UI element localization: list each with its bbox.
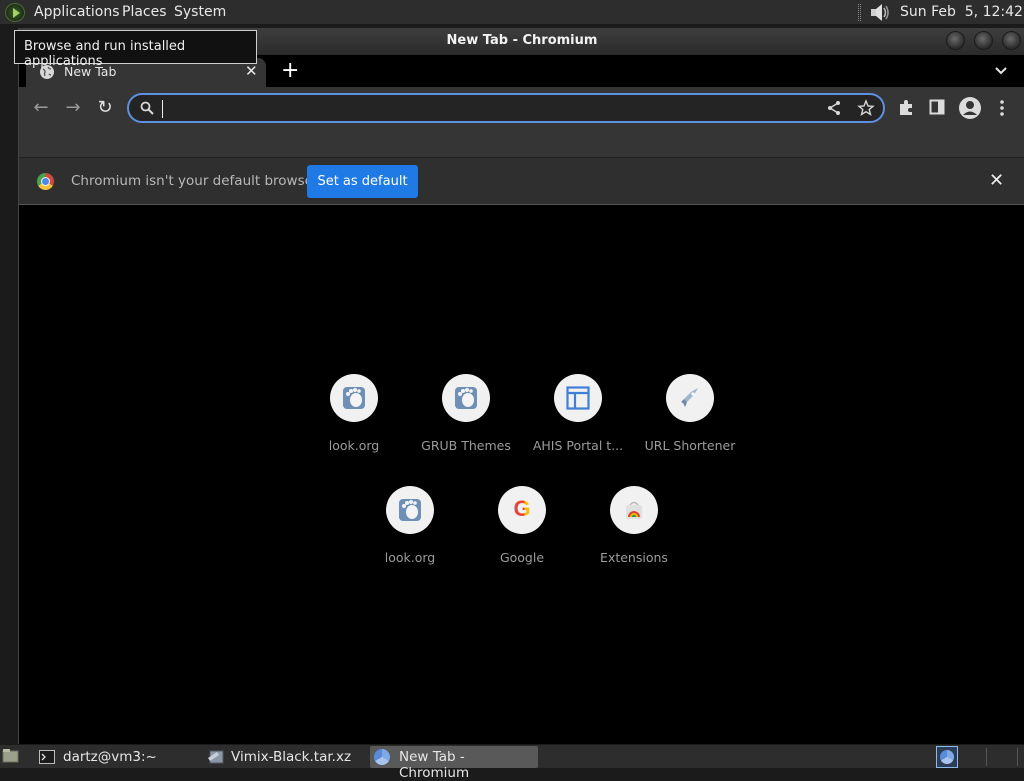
- chevron-down-icon[interactable]: [994, 64, 1008, 78]
- extensions-puzzle-icon[interactable]: [896, 98, 916, 118]
- shortcut-label: Google: [499, 550, 545, 565]
- infobar-close-icon[interactable]: ✕: [989, 170, 1004, 191]
- applications-menu[interactable]: Applications: [34, 4, 120, 20]
- new-tab-button[interactable]: +: [281, 60, 299, 82]
- chromium-window: New Tab - Chromium New Tab ✕ + ← → ↻ Chr…: [18, 28, 1024, 744]
- top-panel: Applications Places System Sun Feb 5, 12…: [0, 0, 1024, 25]
- maximize-button[interactable]: [974, 31, 993, 50]
- shortcut-label: AHIS Portal t...: [532, 438, 624, 453]
- panel-separator: [1017, 748, 1018, 766]
- shortcut-tile[interactable]: G Google: [466, 486, 578, 586]
- speaker-icon[interactable]: [869, 3, 891, 22]
- panel-separator: [986, 748, 987, 766]
- shortcut-icon-circle: G: [498, 486, 546, 534]
- taskbar-label: New Tab - Chromium: [399, 749, 470, 781]
- shortcut-label: Extensions: [600, 550, 668, 565]
- taskbar-terminal[interactable]: dartz@vm3:~: [36, 746, 196, 768]
- archive-icon: [208, 750, 224, 764]
- rocket-icon: [681, 388, 698, 407]
- gnome-foot-icon: [455, 387, 477, 409]
- shortcut-label: look.org: [328, 438, 380, 453]
- side-panel-icon[interactable]: [929, 99, 945, 115]
- shortcut-icon-circle: [386, 486, 434, 534]
- infobar-message: Chromium isn't your default browser: [71, 173, 319, 189]
- applications-tooltip: Browse and run installed applications: [14, 30, 257, 69]
- shortcut-tile[interactable]: look.org: [354, 486, 466, 586]
- new-tab-page: look.org GRUB Themes AHIS Portal t... UR…: [19, 205, 1024, 744]
- workspace-switcher[interactable]: [936, 746, 958, 768]
- address-bar[interactable]: [127, 93, 885, 123]
- reload-button[interactable]: ↻: [94, 97, 116, 119]
- bookmark-star-icon[interactable]: [857, 99, 875, 117]
- gnome-foot-icon: [399, 499, 421, 521]
- back-button[interactable]: ←: [30, 97, 52, 119]
- taskbar-chromium[interactable]: New Tab - Chromium: [370, 746, 538, 781]
- taskbar-label: Vimix-Black.tar.xz: [231, 749, 352, 765]
- shortcut-tile[interactable]: look.org: [298, 374, 410, 474]
- shortcut-label: URL Shortener: [644, 438, 736, 453]
- share-icon[interactable]: [825, 99, 843, 117]
- forward-button[interactable]: →: [62, 97, 84, 119]
- gnome-foot-menu-icon[interactable]: [5, 3, 25, 22]
- taskbar-label: dartz@vm3:~: [63, 749, 157, 765]
- taskbar-archive[interactable]: Vimix-Black.tar.xz: [204, 746, 364, 768]
- shortcut-tile[interactable]: AHIS Portal t...: [522, 374, 634, 474]
- terminal-icon: [39, 750, 55, 764]
- chromium-logo-icon: [37, 173, 54, 190]
- shortcut-icon-circle: [666, 374, 714, 422]
- minimize-button[interactable]: [946, 31, 965, 50]
- close-window-button[interactable]: [1002, 31, 1021, 50]
- menu-kebab-icon[interactable]: [997, 98, 1007, 118]
- show-desktop-icon[interactable]: [2, 748, 19, 764]
- browser-toolbar: ← → ↻: [19, 87, 1024, 129]
- shortcut-icon-circle: [610, 486, 658, 534]
- chromium-icon: [940, 750, 954, 764]
- shortcut-tile[interactable]: Extensions: [578, 486, 690, 586]
- google-icon: G: [498, 495, 546, 523]
- bottom-panel: dartz@vm3:~ Vimix-Black.tar.xz New Tab -…: [0, 744, 1024, 781]
- search-icon: [140, 101, 154, 115]
- places-menu[interactable]: Places: [122, 4, 167, 20]
- gnome-foot-icon: [343, 387, 365, 409]
- profile-avatar-icon[interactable]: [958, 96, 982, 120]
- set-as-default-button[interactable]: Set as default: [307, 165, 418, 198]
- shortcut-icon-circle: [442, 374, 490, 422]
- shortcut-tile[interactable]: GRUB Themes: [410, 374, 522, 474]
- shortcut-label: GRUB Themes: [421, 438, 511, 453]
- shortcut-icon-circle: [554, 374, 602, 422]
- shortcut-label: look.org: [384, 550, 436, 565]
- clock[interactable]: Sun Feb 5, 12:42 PM: [900, 4, 1024, 20]
- panel-separator[interactable]: [858, 4, 861, 21]
- system-menu[interactable]: System: [174, 4, 226, 20]
- shortcut-tile[interactable]: URL Shortener: [634, 374, 746, 474]
- bookmarks-bar: [19, 129, 1024, 158]
- default-browser-infobar: Chromium isn't your default browser Set …: [19, 158, 1024, 205]
- chromium-icon: [374, 749, 390, 765]
- text-caret: [162, 100, 163, 118]
- chrome-web-store-icon: [626, 501, 642, 519]
- shortcut-icon-circle: [330, 374, 378, 422]
- portal-layout-icon: [566, 386, 590, 410]
- tab-close-icon[interactable]: ✕: [245, 62, 258, 80]
